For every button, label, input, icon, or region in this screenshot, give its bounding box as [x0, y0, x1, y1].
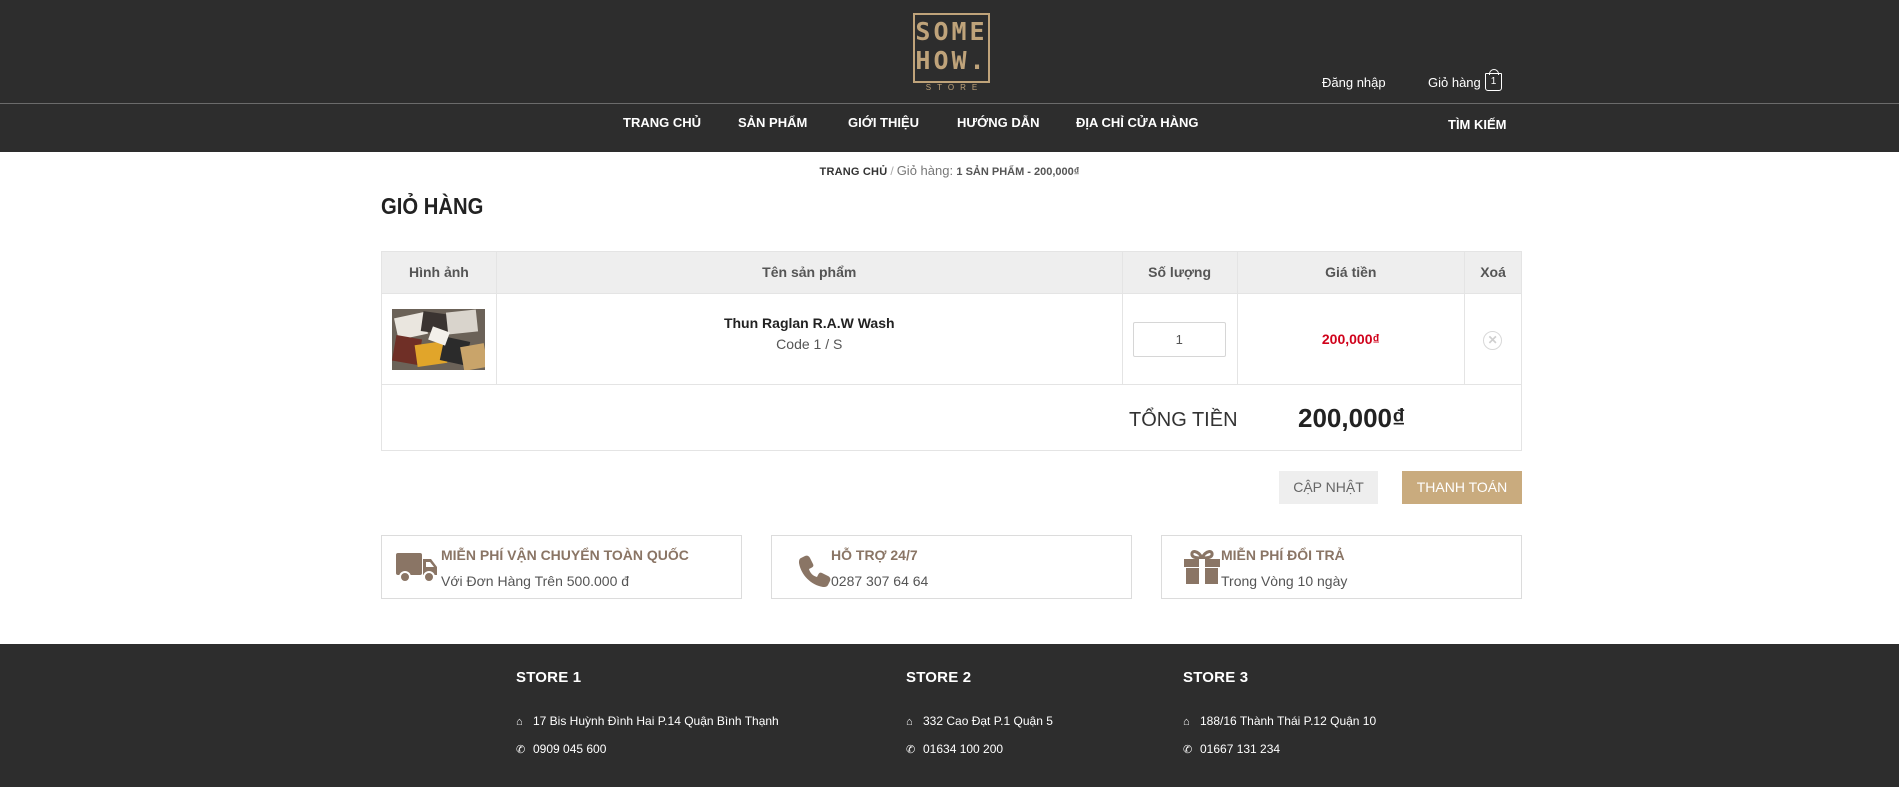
- logo-subtitle: STORE: [925, 83, 984, 92]
- update-cart-button[interactable]: CẬP NHẬT: [1279, 471, 1378, 504]
- store-address: ⌂ 332 Cao Đạt P.1 Quận 5: [906, 714, 1053, 728]
- store-2-info: STORE 2 ⌂ 332 Cao Đạt P.1 Quận 5 ✆ 01634 1…: [906, 669, 1053, 756]
- table-row: Thun Raglan R.A.W Wash Code 1 / S 200,00…: [382, 293, 1521, 385]
- total-value: 200,000₫: [1298, 403, 1406, 433]
- login-link[interactable]: Đăng nhập: [1322, 75, 1386, 90]
- feature-title: MIỄN PHÍ VẬN CHUYỂN TOÀN QUỐC: [441, 547, 689, 563]
- store-phone-text[interactable]: 01667 131 234: [1200, 742, 1280, 756]
- store-logo[interactable]: SOME HOW. STORE: [913, 13, 990, 93]
- store-address-text: 188/16 Thành Thái P.12 Quận 10: [1200, 714, 1377, 728]
- page-title: GIỎ HÀNG: [381, 193, 484, 219]
- phone-icon: [799, 555, 831, 587]
- product-thumbnail[interactable]: [392, 309, 485, 370]
- store-address-text: 332 Cao Đạt P.1 Quận 5: [923, 714, 1053, 728]
- table-header: Hình ảnh Tên sản phẩm Số lượng Giá tiền …: [382, 252, 1521, 293]
- column-header-quantity: Số lượng: [1123, 252, 1238, 293]
- home-icon: ⌂: [516, 716, 523, 728]
- nav-store-locations[interactable]: ĐỊA CHỈ CỬA HÀNG: [1076, 115, 1198, 130]
- feature-description: Trong Vòng 10 ngày: [1221, 573, 1348, 589]
- store-title: STORE 2: [906, 669, 972, 686]
- column-header-image: Hình ảnh: [382, 252, 497, 293]
- breadcrumb-home[interactable]: TRANG CHỦ: [820, 166, 888, 178]
- logo-text-line-2: HOW.: [915, 46, 988, 75]
- column-header-price: Giá tiền: [1238, 252, 1466, 293]
- breadcrumb-current: Giỏ hàng:: [896, 163, 954, 178]
- cart-table: Hình ảnh Tên sản phẩm Số lượng Giá tiền …: [381, 251, 1522, 451]
- gift-icon: [1184, 550, 1220, 584]
- nav-home[interactable]: TRANG CHỦ: [623, 115, 701, 130]
- cell-image: [382, 294, 497, 385]
- total-label: TỔNG TIỀN: [1129, 409, 1238, 431]
- store-phone: ✆ 01634 100 200: [906, 742, 1003, 756]
- store-title: STORE 3: [1183, 669, 1249, 686]
- store-address: ⌂ 188/16 Thành Thái P.12 Quận 10: [1183, 714, 1376, 728]
- store-phone-text[interactable]: 0909 045 600: [533, 742, 606, 756]
- total-row: TỔNG TIỀN 200,000₫: [382, 385, 1521, 450]
- cell-quantity: [1123, 294, 1238, 385]
- cell-product-name: Thun Raglan R.A.W Wash Code 1 / S: [497, 294, 1123, 385]
- feature-title: MIỄN PHÍ ĐỔI TRẢ: [1221, 547, 1345, 563]
- column-header-remove: Xoá: [1480, 264, 1506, 280]
- store-phone: ✆ 01667 131 234: [1183, 742, 1280, 756]
- phone-icon: ✆: [906, 744, 916, 756]
- checkout-button[interactable]: THANH TOÁN: [1402, 471, 1522, 504]
- site-footer: STORE 1 ⌂ 17 Bis Huỳnh Đình Hai P.14 Quận…: [0, 644, 1899, 787]
- breadcrumb-cart-summary: 1 SẢN PHẨM - 200,000₫: [956, 166, 1080, 178]
- quantity-input[interactable]: [1132, 322, 1226, 357]
- store-address-text: 17 Bis Huỳnh Đình Hai P.14 Quận Bình Thạ…: [533, 714, 779, 728]
- store-phone: ✆ 0909 045 600: [516, 742, 606, 756]
- feature-title: HỖ TRỢ 24/7: [831, 547, 918, 563]
- feature-description: Với Đơn Hàng Trên 500.000 đ: [441, 573, 630, 589]
- home-icon: ⌂: [1183, 716, 1190, 728]
- store-title: STORE 1: [516, 669, 582, 686]
- site-header: SOME HOW. STORE Đăng nhập Giỏ hàng 1 TRA…: [0, 0, 1899, 152]
- feature-free-shipping: MIỄN PHÍ VẬN CHUYỂN TOÀN QUỐC Với Đơn Hà…: [381, 535, 742, 599]
- logo-text-line-1: SOME: [915, 17, 988, 46]
- cell-price: 200,000₫: [1238, 294, 1466, 385]
- phone-icon: ✆: [516, 744, 526, 756]
- remove-item-icon[interactable]: ✕: [1483, 331, 1503, 350]
- product-price: 200,000₫: [1321, 331, 1380, 347]
- product-name-link[interactable]: Thun Raglan R.A.W Wash: [497, 315, 1122, 331]
- nav-guide[interactable]: HƯỚNG DẪN: [957, 115, 1040, 130]
- breadcrumb: TRANG CHỦ / Giỏ hàng: 1 SẢN PHẨM - 200,000…: [0, 163, 1899, 178]
- cart-link[interactable]: Giỏ hàng: [1428, 75, 1481, 90]
- column-header-product-name: Tên sản phẩm: [497, 252, 1123, 293]
- shopping-bag-icon[interactable]: 1: [1485, 69, 1502, 91]
- store-address: ⌂ 17 Bis Huỳnh Đình Hai P.14 Quận Bình Th…: [516, 714, 779, 728]
- nav-search[interactable]: TÌM KIẾM: [1448, 117, 1507, 132]
- store-3-info: STORE 3 ⌂ 188/16 Thành Thái P.12 Quận 10 …: [1183, 669, 1376, 756]
- nav-about[interactable]: GIỚI THIỆU: [848, 115, 919, 130]
- feature-support: HỖ TRỢ 24/7 0287 307 64 64: [771, 535, 1132, 599]
- product-variant: Code 1 / S: [776, 336, 843, 352]
- store-1-info: STORE 1 ⌂ 17 Bis Huỳnh Đình Hai P.14 Quận…: [516, 669, 779, 756]
- feature-description: 0287 307 64 64: [831, 573, 929, 589]
- truck-icon: [396, 553, 437, 583]
- store-phone-text[interactable]: 01634 100 200: [923, 742, 1003, 756]
- cell-remove: ✕: [1465, 294, 1521, 385]
- breadcrumb-separator: /: [890, 164, 894, 178]
- header-divider: [0, 103, 1899, 104]
- home-icon: ⌂: [906, 716, 913, 728]
- nav-products[interactable]: SẢN PHẨM: [738, 115, 807, 130]
- feature-free-returns: MIỄN PHÍ ĐỔI TRẢ Trong Vòng 10 ngày: [1161, 535, 1522, 599]
- phone-icon: ✆: [1183, 744, 1193, 756]
